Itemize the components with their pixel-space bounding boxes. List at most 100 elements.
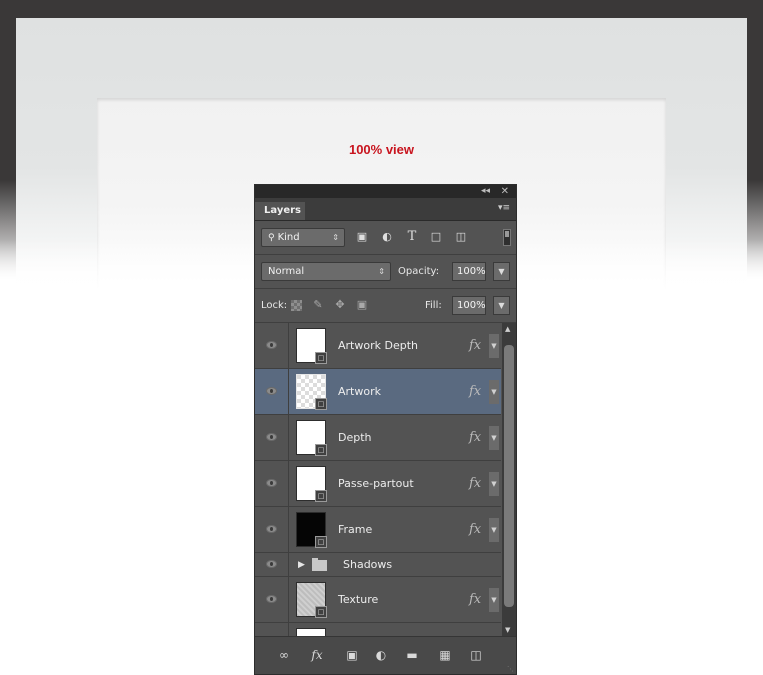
visibility-cell[interactable] [255,461,289,506]
opacity-dropdown[interactable]: ▼ [493,262,510,281]
smart-object-icon: □ [315,536,327,548]
trash-icon[interactable]: ◫ [467,647,485,663]
chevron-down-icon: ▼ [498,301,505,310]
link-icon[interactable]: ∞ [275,647,293,663]
visibility-cell[interactable] [255,507,289,552]
lock-transparent-icon[interactable] [291,300,302,311]
layer-name[interactable]: Shadows [343,553,392,577]
tab-layers[interactable]: Layers [255,202,305,220]
eye-icon[interactable] [266,559,277,568]
folder-icon[interactable]: ▬ [403,647,421,663]
adjustment-filter-icon[interactable]: ◐ [380,230,394,244]
layers-panel: ◂◂ ✕ Layers ▾≡ ⚲ Kind ⇕ ▣ ◐ T □ ◫ Normal … [254,184,517,675]
visibility-cell[interactable] [255,415,289,460]
fx-icon[interactable]: fx [469,415,481,461]
smart-object-icon: □ [315,398,327,410]
opacity-input[interactable]: 100% [452,262,486,281]
chevron-down-icon[interactable]: ▼ [489,588,499,612]
filter-toggle[interactable] [503,229,511,246]
eye-icon[interactable] [266,524,277,533]
new-layer-icon[interactable]: ▦ [436,647,454,663]
move-icon[interactable]: ✥ [333,298,347,312]
eye-icon[interactable] [266,386,277,395]
smart-object-icon: □ [315,490,327,502]
fx-icon[interactable]: fx [469,369,481,415]
lock-icon[interactable]: ▣ [355,298,369,312]
visibility-cell[interactable] [255,553,289,576]
visibility-cell[interactable] [255,323,289,368]
eye-icon[interactable] [266,478,277,487]
smart-object-icon: □ [315,606,327,618]
collapse-icon[interactable]: ◂◂ [481,185,490,198]
resize-grip-icon[interactable]: ⋱ [507,665,514,673]
smart-object-icon: □ [315,444,327,456]
adjustment-icon[interactable]: ◐ [372,647,390,663]
layer-name[interactable]: Passe-partout [338,461,414,507]
panel-footer: ∞ fx ▣ ◐ ▬ ▦ ◫ ⋱ [255,636,516,674]
chevron-down-icon[interactable]: ▼ [489,334,499,358]
blend-mode-value: Normal [268,266,305,277]
visibility-cell[interactable] [255,623,289,636]
panel-titlebar[interactable]: ◂◂ ✕ [255,185,516,198]
filter-row: ⚲ Kind ⇕ ▣ ◐ T □ ◫ [255,221,516,255]
pixel-filter-icon[interactable]: ▣ [355,230,369,244]
expand-arrow-icon[interactable]: ▶ [298,553,305,577]
chevron-down-icon[interactable]: ▼ [489,518,499,542]
panel-tabbar: Layers ▾≡ [255,198,516,221]
layer-group-row[interactable]: ▶ Shadows [255,553,501,577]
eye-icon[interactable] [266,432,277,441]
fill-input[interactable]: 100% [452,296,486,315]
layer-row[interactable]: □ Texture fx ▼ [255,577,501,623]
layer-name[interactable]: Frame [338,507,372,553]
layer-row[interactable] [255,623,501,636]
panel-menu-icon[interactable]: ▾≡ [498,203,510,213]
zoom-label: 100% view [348,142,415,157]
layer-name[interactable]: Texture [338,577,378,623]
mask-icon[interactable]: ▣ [343,647,361,663]
chevron-down-icon: ▼ [498,267,505,276]
smart-object-filter-icon[interactable]: ◫ [454,230,468,244]
scroll-up-icon[interactable]: ▲ [505,325,510,333]
filter-kind-select[interactable]: ⚲ Kind ⇕ [261,228,345,247]
chevron-down-icon[interactable]: ▼ [489,472,499,496]
fill-dropdown[interactable]: ▼ [493,296,510,315]
fx-icon[interactable]: fx [469,323,481,369]
layer-name[interactable]: Artwork [338,369,381,415]
smart-object-icon: □ [315,352,327,364]
visibility-cell[interactable] [255,369,289,414]
visibility-cell[interactable] [255,577,289,622]
layers-scrollbar[interactable]: ▲ ▼ [502,323,516,636]
layer-row[interactable]: □ Frame fx ▼ [255,507,501,553]
layer-list: □ Artwork Depth fx ▼ □ Artwork fx ▼ □ De… [255,323,501,636]
fx-icon[interactable]: fx [469,507,481,553]
fill-label: Fill: [425,300,442,311]
layer-name[interactable]: Depth [338,415,372,461]
shape-filter-icon[interactable]: □ [429,230,443,244]
chevron-down-icon[interactable]: ▼ [489,426,499,450]
brush-icon[interactable]: ✎ [311,298,325,312]
layer-thumbnail: □ [296,512,327,548]
layer-row[interactable]: □ Artwork Depth fx ▼ [255,323,501,369]
layer-row[interactable]: □ Artwork fx ▼ [255,369,501,415]
opacity-label: Opacity: [398,266,440,277]
layer-thumbnail: □ [296,582,327,618]
scroll-down-icon[interactable]: ▼ [505,626,510,634]
fx-icon[interactable]: fx [469,577,481,623]
layer-thumbnail: □ [296,466,327,502]
blend-mode-select[interactable]: Normal ⇕ [261,262,391,281]
fx-icon[interactable]: fx [469,461,481,507]
close-icon[interactable]: ✕ [501,185,509,198]
type-filter-icon[interactable]: T [405,230,419,244]
layer-thumbnail: □ [296,374,327,410]
eye-icon[interactable] [266,340,277,349]
fx-icon[interactable]: fx [308,647,326,663]
eye-icon[interactable] [266,594,277,603]
scroll-thumb[interactable] [504,345,514,607]
layer-row[interactable]: □ Passe-partout fx ▼ [255,461,501,507]
layer-row[interactable]: □ Depth fx ▼ [255,415,501,461]
filter-kind-label: Kind [277,232,300,243]
layer-name[interactable]: Artwork Depth [338,323,418,369]
search-icon: ⚲ [268,233,275,243]
chevron-down-icon[interactable]: ▼ [489,380,499,404]
chevron-updown-icon: ⇕ [378,267,385,276]
